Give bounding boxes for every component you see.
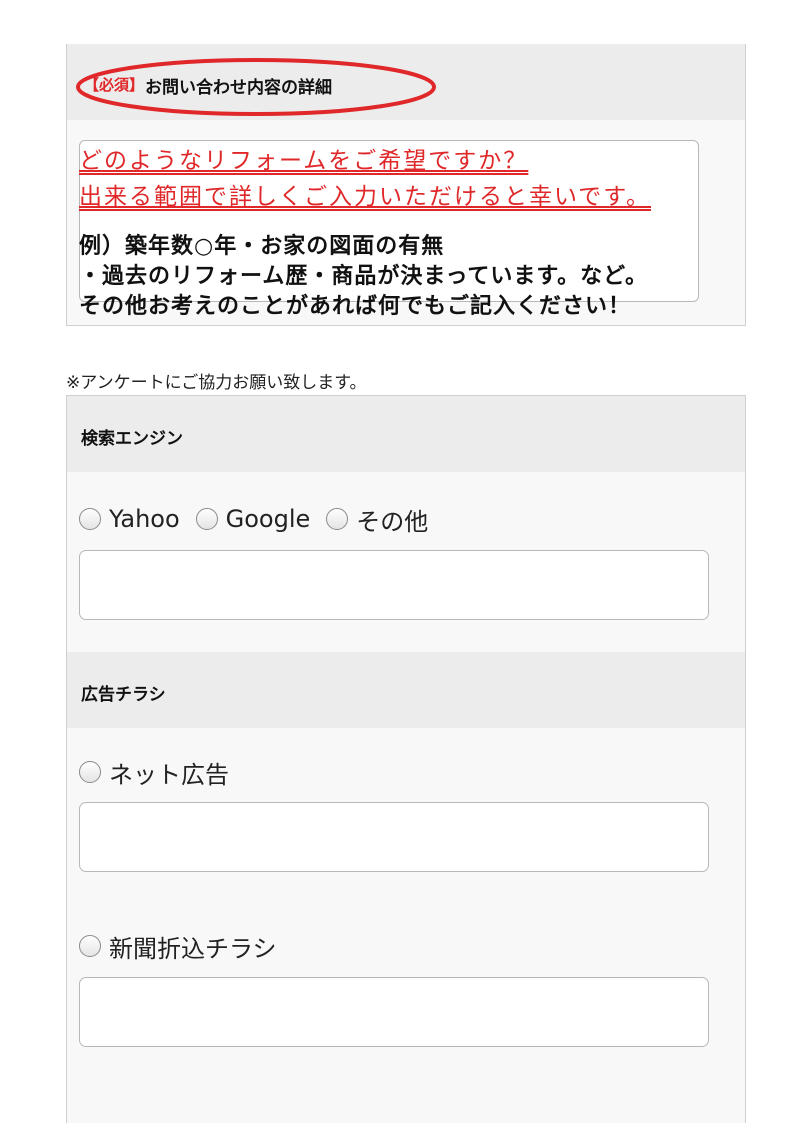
radio-label: Yahoo bbox=[109, 505, 180, 533]
radio-google[interactable]: Google bbox=[195, 505, 311, 533]
radio-button-icon[interactable] bbox=[195, 508, 218, 530]
placeholder-example-line-3: その他お考えのことがあれば何でもご記入ください！ bbox=[79, 294, 632, 319]
radio-yahoo[interactable]: Yahoo bbox=[79, 505, 180, 533]
radio-net-ad[interactable]: ネット広告 bbox=[79, 755, 229, 790]
radio-label: その他 bbox=[356, 507, 429, 536]
radio-button-icon[interactable] bbox=[79, 508, 101, 530]
radio-label: ネット広告 bbox=[109, 760, 229, 789]
net-ad-input[interactable] bbox=[79, 802, 709, 872]
radio-button-icon[interactable] bbox=[79, 761, 101, 783]
survey-note: ※アンケートにご協力お願い致します。 bbox=[66, 373, 367, 393]
radio-label: 新聞折込チラシ bbox=[109, 934, 277, 963]
newspaper-flyer-input[interactable] bbox=[79, 977, 709, 1047]
flyer-title: 広告チラシ bbox=[81, 685, 166, 705]
placeholder-example-line-2: ・過去のリフォーム歴・商品が決まっています。など。 bbox=[79, 264, 649, 289]
radio-button-icon[interactable] bbox=[326, 508, 349, 530]
placeholder-line-2: 出来る範囲で詳しくご入力いただけると幸いです。 bbox=[79, 184, 652, 210]
survey-section: 検索エンジン Yahoo Google その他 広告チラシ ネット広告 新聞折込… bbox=[66, 395, 746, 1123]
newspaper-flyer-radio-group: 新聞折込チラシ bbox=[79, 929, 293, 963]
search-engine-radio-group: Yahoo Google その他 bbox=[79, 502, 444, 536]
net-ad-radio-group: ネット広告 bbox=[79, 755, 245, 789]
search-engine-title: 検索エンジン bbox=[81, 429, 183, 449]
search-engine-header: 検索エンジン bbox=[67, 396, 745, 472]
inquiry-detail-section: 【必須】 お問い合わせ内容の詳細 どのようなリフォームをご希望ですか？ 出来る範… bbox=[66, 44, 746, 326]
flyer-header: 広告チラシ bbox=[67, 652, 745, 728]
search-engine-other-input[interactable] bbox=[79, 550, 709, 620]
radio-other[interactable]: その他 bbox=[326, 502, 428, 537]
radio-label: Google bbox=[225, 505, 311, 533]
radio-newspaper-flyer[interactable]: 新聞折込チラシ bbox=[79, 929, 277, 964]
placeholder-example-line-1: 例）築年数○年・お家の図面の有無 bbox=[79, 234, 445, 259]
placeholder-line-1: どのようなリフォームをご希望ですか？ bbox=[79, 148, 529, 174]
radio-button-icon[interactable] bbox=[79, 935, 101, 957]
highlight-oval-annotation bbox=[76, 58, 436, 116]
